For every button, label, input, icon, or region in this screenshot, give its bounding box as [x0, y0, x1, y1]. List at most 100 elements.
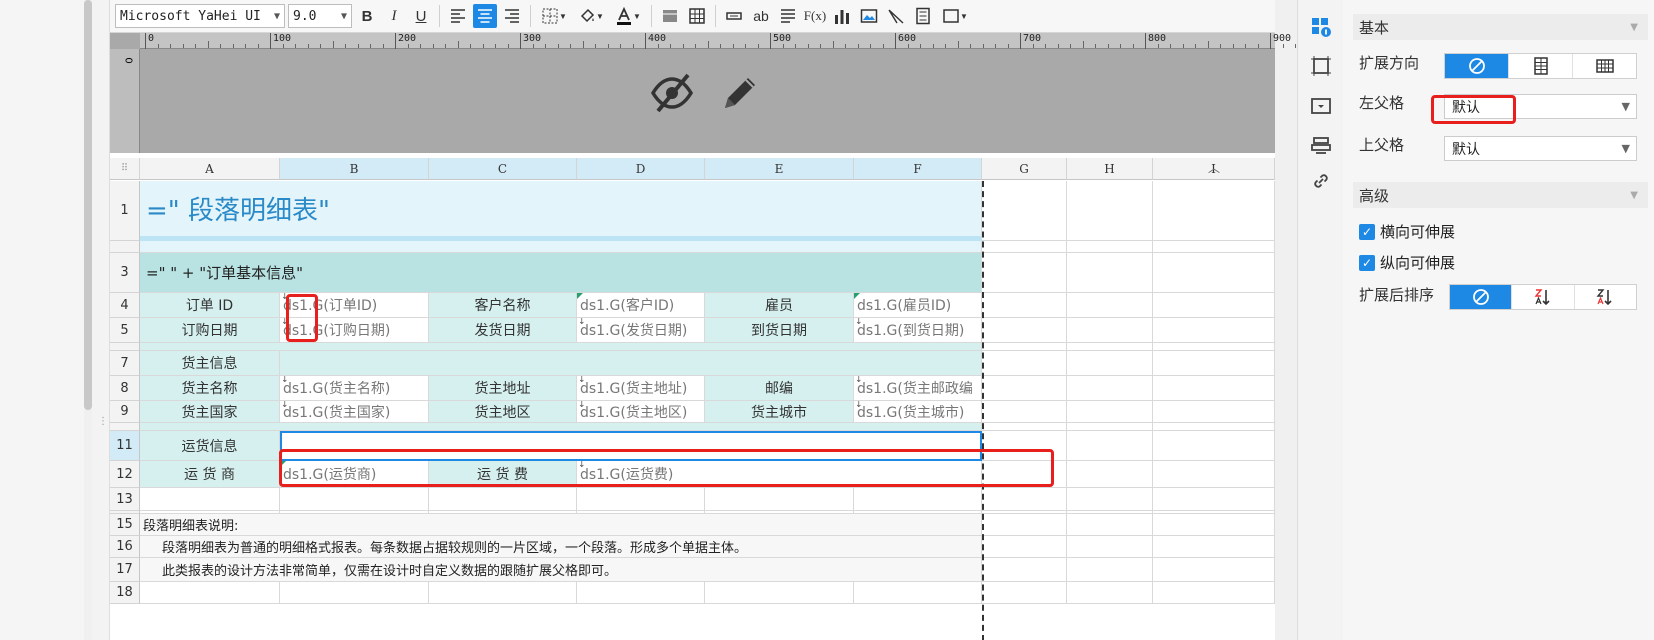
order-id-label[interactable]: 订单 ID [140, 293, 280, 318]
advanced-section-header[interactable]: 高级 ▼ [1353, 182, 1648, 208]
shipper-address-cell[interactable]: ds1.G(货主地址) ↓ [577, 376, 705, 401]
column-header-d[interactable]: D [577, 158, 705, 180]
ship-date-label[interactable]: 发货日期 [429, 318, 577, 343]
grid-cell[interactable] [982, 514, 1067, 536]
grid-cell[interactable] [429, 488, 577, 511]
report-title-cell[interactable]: =" 段落明细表" [140, 181, 982, 241]
row-header-17[interactable]: 17 [110, 558, 140, 582]
cell-attribute-tab[interactable] [1310, 16, 1332, 38]
freight-info-label[interactable]: 运货信息 [140, 431, 280, 461]
grid-cell[interactable] [982, 536, 1067, 558]
grid-cell[interactable] [1067, 536, 1153, 558]
shipper-info-band[interactable] [280, 351, 982, 376]
column-header-g[interactable]: G [982, 158, 1067, 180]
row-header-7[interactable]: 7 [110, 351, 140, 376]
grid-cell[interactable] [1067, 241, 1153, 253]
notes-line-1[interactable]: 段落明细表为普通的明细格式报表。每条数据占据较规则的一片区域，一个段落。形成多个… [140, 536, 982, 558]
align-center-button[interactable] [473, 4, 497, 28]
grid-cell[interactable] [1067, 376, 1153, 401]
arrive-date-cell[interactable]: ds1.G(到货日期) ↓ [854, 318, 982, 343]
grid-cell[interactable] [1153, 558, 1275, 582]
grid-cell[interactable] [1067, 293, 1153, 318]
grid-cell[interactable] [1153, 582, 1275, 604]
grid-cell[interactable] [1153, 181, 1275, 241]
grid-cell[interactable] [1067, 582, 1153, 604]
font-size-select[interactable]: 9.0 ▼ [288, 4, 352, 28]
grid-cell[interactable] [1067, 343, 1153, 351]
grid-cell[interactable] [982, 401, 1067, 423]
grid-cell[interactable] [982, 558, 1067, 582]
grid-cell[interactable] [1153, 253, 1275, 293]
grid-cell[interactable] [140, 582, 280, 604]
grid-cell[interactable] [982, 351, 1067, 376]
grid-cell[interactable] [705, 488, 854, 511]
grid-cell[interactable] [280, 582, 429, 604]
grid-cell[interactable] [982, 318, 1067, 343]
employee-cell[interactable]: ds1.G(雇员ID) [854, 293, 982, 318]
grid-cell[interactable] [982, 241, 1067, 253]
grid-cell[interactable] [1067, 181, 1153, 241]
grid-cell[interactable] [280, 488, 429, 511]
insert-slash-button[interactable] [884, 4, 908, 28]
row-header-hidden[interactable] [110, 343, 140, 351]
grid-cell[interactable] [429, 582, 577, 604]
carrier-label[interactable]: 运 货 商 [140, 461, 280, 488]
shipper-country-cell[interactable]: ds1.G(货主国家) ↓ [280, 401, 429, 423]
sort-none-option[interactable] [1450, 285, 1513, 309]
row-header-hidden[interactable] [110, 423, 140, 431]
hyperlink-tab[interactable] [1310, 170, 1332, 192]
shipper-address-label[interactable]: 货主地址 [429, 376, 577, 401]
grid-cell[interactable] [854, 582, 982, 604]
grid-cell[interactable] [705, 582, 854, 604]
grid-cell[interactable] [1153, 401, 1275, 423]
align-left-button[interactable] [446, 4, 470, 28]
insert-textbox-button[interactable] [722, 4, 746, 28]
grid-cell[interactable] [982, 423, 1067, 431]
select-all-corner[interactable]: ⠿ [110, 158, 140, 180]
order-info-header[interactable]: =" " + "订单基本信息" [140, 253, 982, 293]
grid-cell[interactable] [1067, 514, 1153, 536]
column-header-a[interactable]: A [140, 158, 280, 180]
shipper-region-cell[interactable]: ds1.G(货主地区) ↓ [577, 401, 705, 423]
grid-cell[interactable] [1067, 431, 1153, 461]
left-pane-splitter[interactable]: ⋮ [92, 0, 110, 640]
align-right-button[interactable] [500, 4, 524, 28]
expand-none-option[interactable] [1445, 54, 1509, 78]
row-header-16[interactable]: 16 [110, 536, 140, 558]
row-header-hidden[interactable] [110, 241, 140, 253]
row-header-8[interactable]: 8 [110, 376, 140, 401]
zip-label[interactable]: 邮编 [705, 376, 854, 401]
insert-formula-button[interactable]: F(x) [803, 4, 827, 28]
row-header-4[interactable]: 4 [110, 293, 140, 318]
grid-cell[interactable] [1153, 376, 1275, 401]
grid-cell[interactable] [1153, 318, 1275, 343]
horizontal-expand-checkbox[interactable]: ✓ 横向可伸展 [1359, 221, 1455, 242]
sort-ascending-option[interactable] [1512, 285, 1575, 309]
grid-cell[interactable] [982, 343, 1067, 351]
grid-cell[interactable] [1153, 343, 1275, 351]
grid-cell[interactable] [1153, 423, 1275, 431]
basic-section-header[interactable]: 基本 ▼ [1353, 14, 1648, 40]
grid-cell[interactable] [1153, 514, 1275, 536]
splitter-grip-icon[interactable]: ⋮ [98, 417, 108, 432]
paragraph-button[interactable] [776, 4, 800, 28]
grid-cell[interactable] [982, 253, 1067, 293]
grid-cell[interactable] [1067, 423, 1153, 431]
grid-cell[interactable] [1067, 488, 1153, 511]
column-header-b[interactable]: B [280, 158, 429, 180]
shipper-info-label[interactable]: 货主信息 [140, 351, 280, 376]
widget-tab[interactable] [1310, 95, 1332, 117]
grid-cell[interactable] [1067, 318, 1153, 343]
grid-cell[interactable] [1153, 351, 1275, 376]
grid-cell[interactable] [577, 582, 705, 604]
grid-cell[interactable] [1153, 536, 1275, 558]
row-header-13[interactable]: 13 [110, 488, 140, 511]
notes-line-2[interactable]: 此类报表的设计方法非常简单，仅需在设计时自定义数据的跟随扩展父格即可。 [140, 558, 982, 582]
grid-cell[interactable] [982, 181, 1067, 241]
cell-style-tab[interactable] [1310, 55, 1332, 77]
zip-cell[interactable]: ds1.G(货主邮政编 ↓ [854, 376, 982, 401]
grid-cell[interactable] [982, 582, 1067, 604]
hidden-eye-icon[interactable] [650, 71, 694, 115]
grid-cell[interactable] [1153, 488, 1275, 511]
shipper-country-label[interactable]: 货主国家 [140, 401, 280, 423]
